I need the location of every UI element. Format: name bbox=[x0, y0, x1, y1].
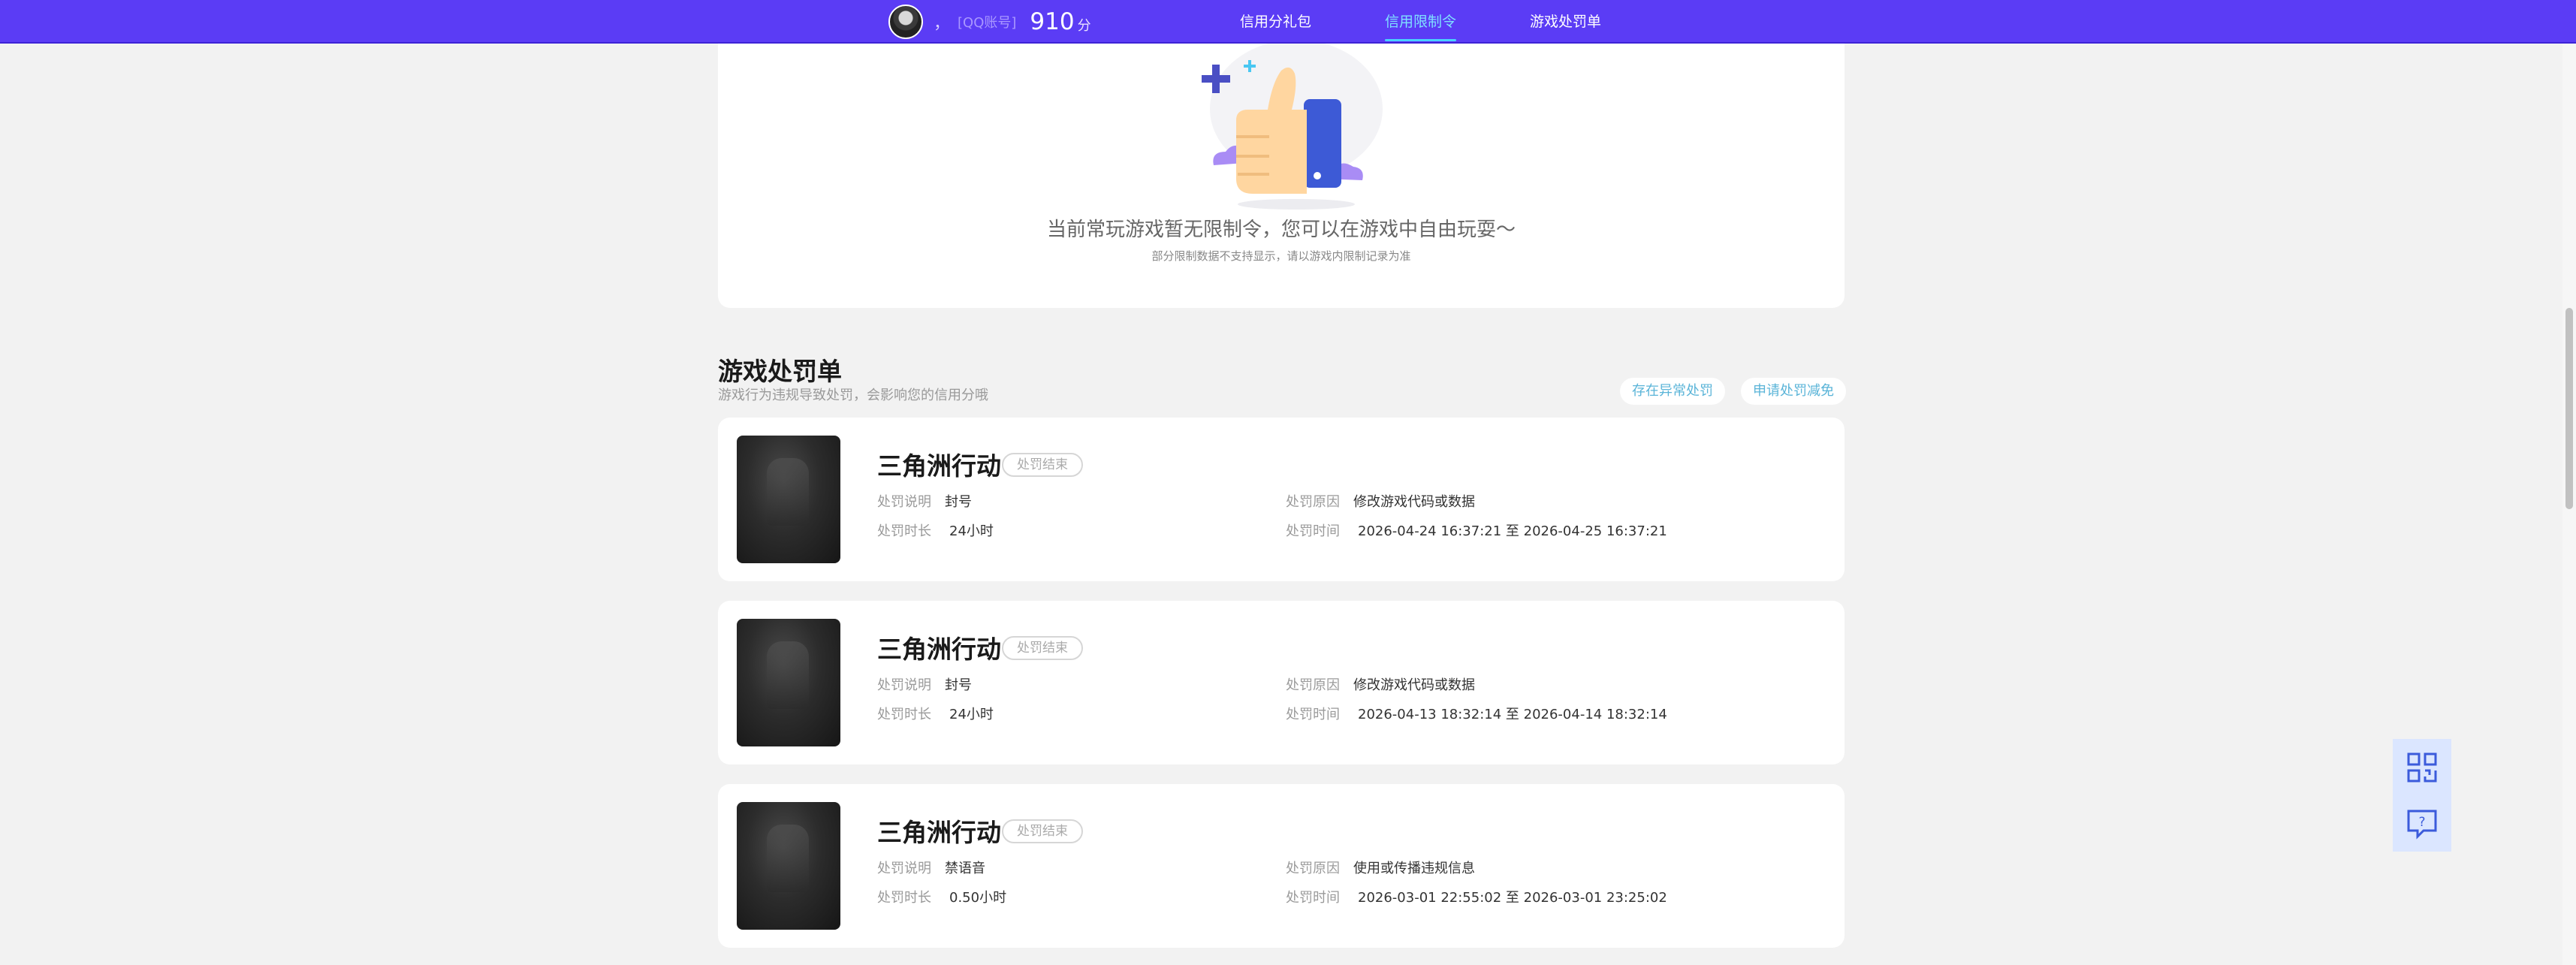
penalty-time-value: 2026-04-13 18:32:14 至 2026-04-14 18:32:1… bbox=[1358, 707, 1667, 722]
penalty-reason-value: 修改游戏代码或数据 bbox=[1353, 677, 1475, 693]
penalty-time-value: 2026-04-24 16:37:21 至 2026-04-25 16:37:2… bbox=[1358, 523, 1667, 539]
penalty-duration-value: 0.50小时 bbox=[949, 890, 1007, 906]
penalty-duration-label: 处罚时长 bbox=[877, 890, 931, 906]
section-title: 游戏处罚单 bbox=[718, 357, 842, 386]
penalty-duration-value: 24小时 bbox=[949, 707, 994, 722]
help-feedback-button[interactable]: ? bbox=[2393, 795, 2451, 852]
qr-code-icon bbox=[2407, 752, 2437, 783]
svg-text:?: ? bbox=[2418, 815, 2425, 830]
status-badge: 处罚结束 bbox=[1002, 819, 1083, 843]
penalty-desc-label: 处罚说明 bbox=[877, 494, 931, 510]
status-badge: 处罚结束 bbox=[1002, 453, 1083, 477]
nav-credit-gift[interactable]: 信用分礼包 bbox=[1240, 11, 1311, 31]
penalty-desc-value: 封号 bbox=[945, 494, 972, 510]
penalty-card: 三角洲行动 处罚结束 处罚说明 封号 处罚时长 24小时 处罚原因 修改游戏代码… bbox=[718, 418, 1845, 581]
game-thumbnail bbox=[737, 802, 840, 930]
user-info: ， [QQ账号] 910 分 bbox=[888, 5, 1091, 39]
penalty-card: 三角洲行动 处罚结束 处罚说明 禁语音 处罚时长 0.50小时 处罚原因 使用或… bbox=[718, 784, 1845, 948]
game-name: 三角洲行动 bbox=[877, 451, 1001, 481]
penalty-reason-value: 使用或传播违规信息 bbox=[1353, 861, 1475, 876]
penalty-reason-label: 处罚原因 bbox=[1286, 677, 1340, 693]
no-restriction-message: 当前常玩游戏暂无限制令，您可以在游戏中自由玩耍～ bbox=[1046, 219, 1516, 241]
penalty-card: 三角洲行动 处罚结束 处罚说明 封号 处罚时长 24小时 处罚原因 修改游戏代码… bbox=[718, 601, 1845, 764]
penalty-desc-label: 处罚说明 bbox=[877, 861, 931, 876]
penalty-reason-value: 修改游戏代码或数据 bbox=[1353, 494, 1475, 510]
credit-score: 910 bbox=[1030, 8, 1075, 35]
game-thumbnail bbox=[737, 619, 840, 746]
penalty-time-label: 处罚时间 bbox=[1286, 890, 1340, 906]
avatar[interactable] bbox=[888, 5, 923, 39]
penalty-time-value: 2026-03-01 22:55:02 至 2026-03-01 23:25:0… bbox=[1358, 890, 1667, 906]
penalty-duration-label: 处罚时长 bbox=[877, 707, 931, 722]
penalty-duration-label: 处罚时长 bbox=[877, 523, 931, 539]
section-description: 游戏行为违规导致处罚，会影响您的信用分哦 bbox=[718, 388, 988, 403]
nav-credit-restriction[interactable]: 信用限制令 bbox=[1385, 11, 1457, 41]
scrollbar-thumb[interactable] bbox=[2565, 308, 2573, 509]
credit-score-unit: 分 bbox=[1077, 18, 1091, 34]
game-name: 三角洲行动 bbox=[877, 818, 1001, 847]
account-label: [QQ账号] bbox=[958, 15, 1017, 31]
thumbs-up-illustration bbox=[1202, 40, 1383, 210]
qr-code-button[interactable] bbox=[2393, 739, 2451, 796]
game-thumbnail bbox=[737, 436, 840, 563]
penalty-desc-value: 禁语音 bbox=[945, 861, 985, 876]
penalty-desc-value: 封号 bbox=[945, 677, 972, 693]
penalty-time-label: 处罚时间 bbox=[1286, 523, 1340, 539]
penalty-duration-value: 24小时 bbox=[949, 523, 994, 539]
penalty-desc-label: 处罚说明 bbox=[877, 677, 931, 693]
nav-game-penalty[interactable]: 游戏处罚单 bbox=[1530, 11, 1601, 31]
game-name: 三角洲行动 bbox=[877, 635, 1001, 664]
penalty-time-label: 处罚时间 bbox=[1286, 707, 1340, 722]
apply-reduction-button[interactable]: 申请处罚减免 bbox=[1741, 378, 1846, 405]
separator: ， bbox=[934, 14, 951, 33]
restriction-empty-card: 当前常玩游戏暂无限制令，您可以在游戏中自由玩耍～ 部分限制数据不支持显示，请以游… bbox=[718, 23, 1845, 308]
abnormal-penalty-button[interactable]: 存在异常处罚 bbox=[1620, 378, 1725, 405]
help-feedback-icon: ? bbox=[2407, 810, 2437, 840]
status-badge: 处罚结束 bbox=[1002, 636, 1083, 660]
penalty-reason-label: 处罚原因 bbox=[1286, 861, 1340, 876]
no-restriction-note: 部分限制数据不支持显示，请以游戏内限制记录为准 bbox=[1151, 249, 1411, 263]
penalty-reason-label: 处罚原因 bbox=[1286, 494, 1340, 510]
top-nav-bar: ， [QQ账号] 910 分 信用分礼包 信用限制令 游戏处罚单 bbox=[0, 0, 2576, 44]
